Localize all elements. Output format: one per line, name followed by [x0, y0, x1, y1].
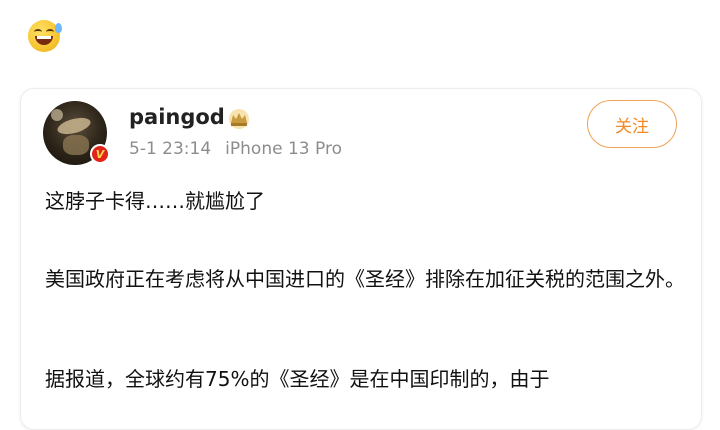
crown-icon	[229, 109, 249, 129]
post-text-line: 这脖子卡得……就尴尬了	[45, 189, 265, 213]
username[interactable]: paingod	[129, 105, 225, 129]
grinning-sweat-emoji-icon	[28, 20, 62, 52]
post-card: V paingod 5-1 23:14 iPhone 13 Pro 关注 这脖子卡…	[20, 88, 702, 430]
post-text-line: 美国政府正在考虑将从中国进口的《圣经》排除在加征关税的范围之外。	[45, 267, 685, 291]
post-text-line: 据报道，全球约有75%的《圣经》是在中国印制的，由于	[45, 367, 550, 391]
post-meta: 5-1 23:14 iPhone 13 Pro	[129, 139, 342, 159]
verified-badge-icon: V	[90, 144, 110, 164]
timestamp: 5-1 23:14	[129, 139, 212, 159]
follow-button[interactable]: 关注	[587, 100, 677, 148]
device-label: iPhone 13 Pro	[225, 139, 342, 159]
